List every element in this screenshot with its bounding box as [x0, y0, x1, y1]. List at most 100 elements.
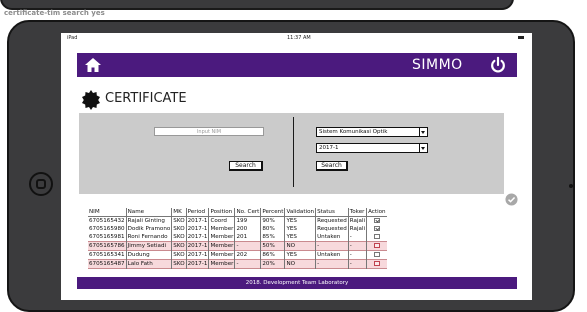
- action-cell: [366, 233, 387, 242]
- table-cell: 85%: [260, 233, 285, 242]
- table-cell: 90%: [260, 216, 285, 225]
- action-cell: [366, 259, 387, 269]
- table-cell: SKO: [171, 225, 187, 233]
- battery-icon: [518, 36, 524, 39]
- action-checkbox[interactable]: [373, 217, 380, 223]
- table-cell: -: [315, 241, 349, 251]
- table-row: 6705165980 Dodik Pramono SKO 2017-1 Member 20…: [88, 225, 387, 233]
- table-cell: Roni Fernando: [125, 233, 172, 242]
- column-header: Position: [208, 208, 235, 217]
- table-cell: -: [347, 250, 367, 260]
- table-cell: YES: [284, 216, 316, 225]
- table-cell: 2017-1: [185, 241, 209, 251]
- table-cell: 2017-1: [185, 233, 209, 242]
- action-checkbox[interactable]: [373, 225, 380, 231]
- table-cell: 201: [234, 233, 261, 242]
- table-cell: Rajali: [347, 216, 367, 225]
- table-cell: YES: [284, 233, 316, 242]
- power-icon[interactable]: [489, 56, 507, 74]
- table-cell: Member: [208, 233, 235, 242]
- table-cell: Lalo Fath: [125, 259, 172, 269]
- app-screen: iPad 11:37 AM SIMMO CERTIFICATE Input NI…: [61, 33, 532, 300]
- table-cell: Member: [208, 225, 235, 233]
- action-cell: [366, 241, 387, 251]
- table-cell: -: [315, 259, 349, 269]
- table-cell: 202: [234, 250, 261, 260]
- column-header: MK: [171, 208, 187, 217]
- column-header: Name: [125, 208, 172, 217]
- table-cell: Rajali: [347, 225, 367, 233]
- footer: 2018. Development Team Laboratory: [77, 277, 517, 289]
- table-cell: Dodik Pramono: [125, 225, 172, 233]
- chevron-down-icon: [419, 144, 427, 152]
- table-cell: -: [234, 259, 261, 269]
- table-cell: SKO: [171, 216, 187, 225]
- table-cell: Rajali Ginting: [125, 216, 172, 225]
- action-checkbox[interactable]: [373, 242, 380, 248]
- table-cell: 86%: [260, 250, 285, 260]
- top-navbar: SIMMO: [77, 53, 517, 77]
- table-cell: SKO: [171, 233, 187, 242]
- tablet-home-button[interactable]: [29, 172, 53, 196]
- page-title: CERTIFICATE: [105, 91, 187, 106]
- table-cell: 6705165432: [89, 217, 125, 224]
- home-icon[interactable]: [83, 55, 103, 75]
- table-cell: 6705165981: [89, 233, 125, 240]
- table-cell: SKO: [171, 259, 187, 269]
- table-cell: -: [347, 233, 367, 242]
- carrier-label: iPad: [67, 35, 78, 41]
- column-header: Action: [366, 208, 387, 217]
- table-cell: YES: [284, 225, 316, 233]
- table-cell: 50%: [260, 241, 285, 251]
- table-cell: SKO: [171, 250, 187, 260]
- table-cell: 2017-1: [185, 216, 209, 225]
- column-header: Percent: [260, 208, 285, 217]
- action-checkbox[interactable]: [373, 233, 380, 239]
- action-checkbox[interactable]: [373, 251, 380, 257]
- period-select[interactable]: 2017-1: [316, 143, 428, 153]
- table-cell: -: [347, 259, 367, 269]
- table-cell: 2017-1: [185, 259, 209, 269]
- table-row: 6705165487 Lalo Fath SKO 2017-1 Member -20% NO…: [88, 259, 387, 269]
- table-cell: 199: [234, 216, 261, 225]
- table-cell: 2017-1: [185, 250, 209, 260]
- table-cell: Member: [208, 259, 235, 269]
- certificate-table: NIM Name MK Period Position No. Cert Percent Va…: [88, 208, 387, 269]
- table-cell: Coord: [208, 216, 235, 225]
- panel-divider: [293, 117, 294, 187]
- table-header-row: NIM Name MK Period Position No. Cert Percent Va…: [88, 208, 387, 217]
- table-cell: 2017-1: [185, 225, 209, 233]
- checkmark-circle-icon[interactable]: [505, 193, 518, 206]
- table-cell: SKO: [171, 241, 187, 251]
- table-cell: 200: [234, 225, 261, 233]
- table-cell: 80%: [260, 225, 285, 233]
- table-body: 6705165432 Rajali Ginting SKO 2017-1 Coord 19…: [88, 216, 387, 269]
- search-by-course-button[interactable]: Search: [316, 161, 348, 171]
- column-header: NIM: [88, 208, 127, 217]
- table-cell: -: [347, 241, 367, 251]
- table-cell: Member: [208, 250, 235, 260]
- table-cell: Requested: [315, 225, 349, 233]
- column-header: Validation: [284, 208, 316, 217]
- table-cell: NO: [284, 259, 316, 269]
- course-select[interactable]: Sistem Komunikasi Optik: [316, 127, 428, 137]
- table-cell: Member: [208, 241, 235, 251]
- status-bar: iPad 11:37 AM: [61, 33, 532, 43]
- action-checkbox[interactable]: [373, 260, 380, 266]
- table-cell: Dudung: [125, 250, 172, 260]
- column-header: Status: [315, 208, 349, 217]
- table-row: 6705165981 Roni Fernando SKO 2017-1 Member 20…: [88, 233, 387, 242]
- table-row: 6705165341 Dudung SKO 2017-1 Member 202 86% YES…: [88, 250, 387, 260]
- table-cell: NO: [284, 241, 316, 251]
- table-cell: 6705165980: [89, 225, 125, 232]
- nim-input[interactable]: Input NIM: [154, 127, 264, 136]
- clock: 11:37 AM: [287, 35, 311, 41]
- table-cell: Untaken: [315, 233, 349, 242]
- table-cell: -: [234, 241, 261, 251]
- search-by-nim-button[interactable]: Search: [229, 161, 263, 171]
- column-header: No. Cert: [234, 208, 261, 217]
- table-cell: Requested: [315, 216, 349, 225]
- table-row: 6705165786 Jimmy Setiadi SKO 2017-1 Member -5…: [88, 241, 387, 251]
- column-header: Toker: [347, 208, 367, 217]
- column-header: Period: [185, 208, 209, 217]
